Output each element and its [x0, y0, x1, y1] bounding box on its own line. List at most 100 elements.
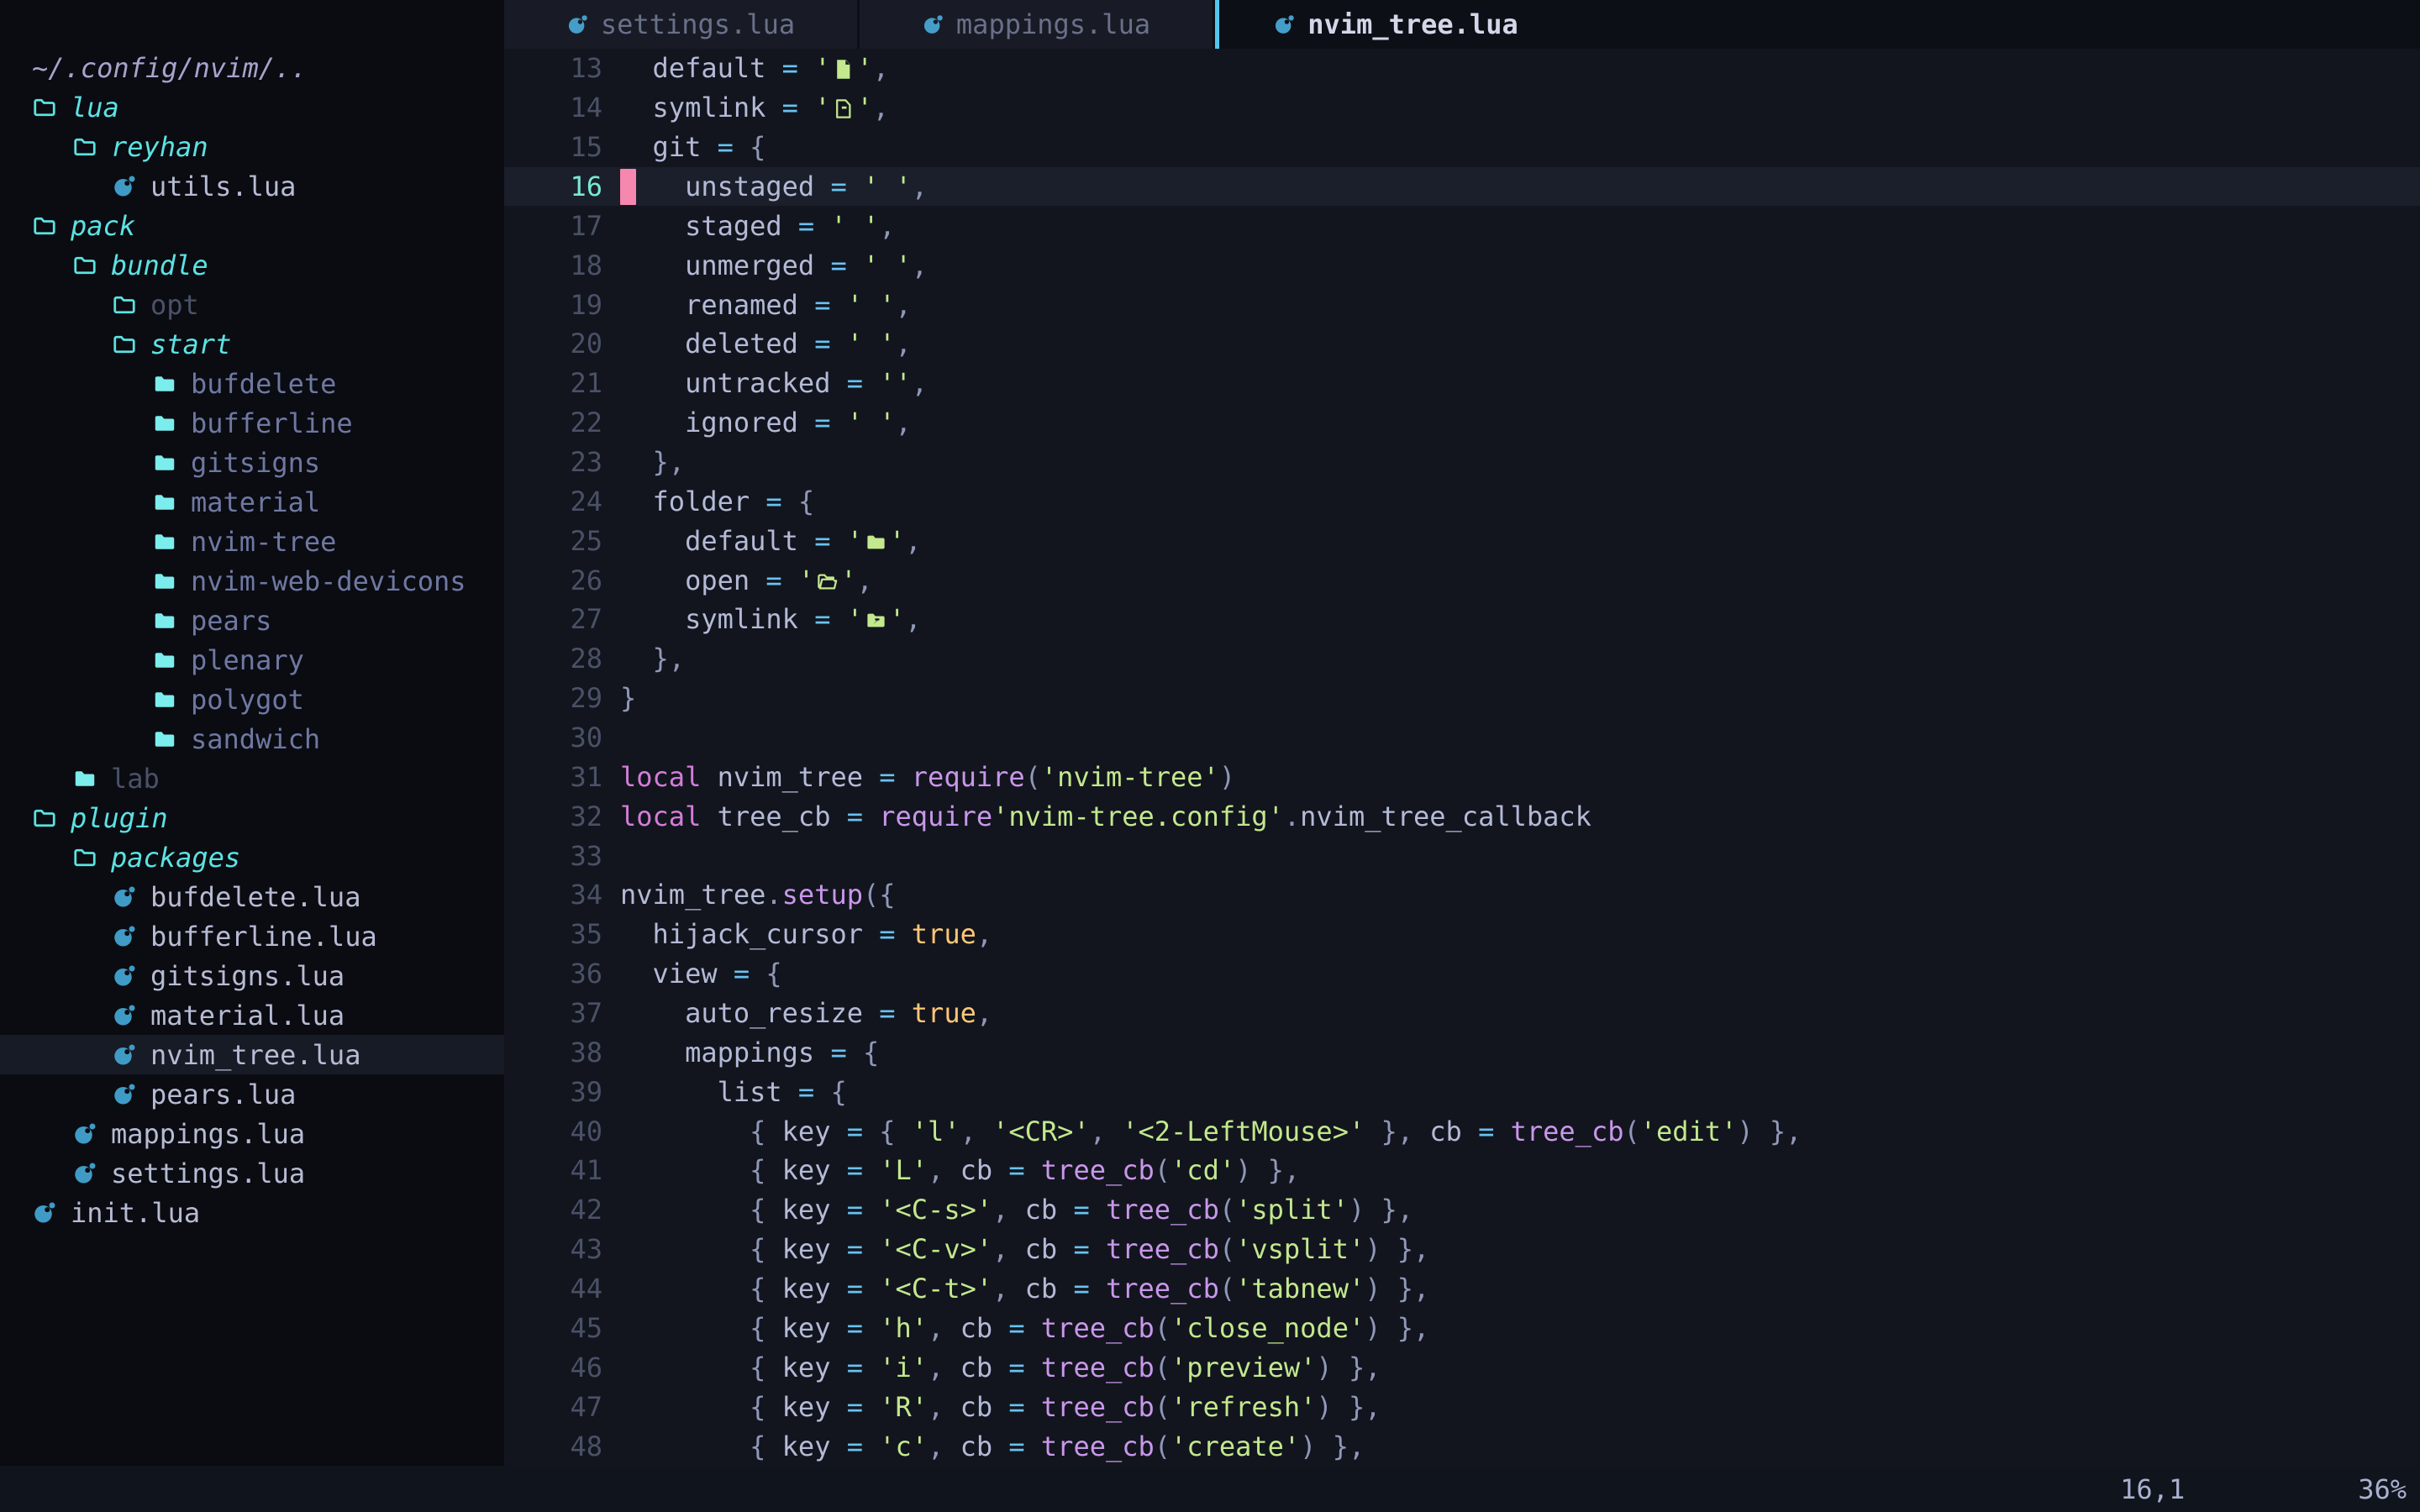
code-line-26[interactable]: 26 open = '',	[504, 560, 2420, 600]
line-number: 35	[504, 918, 602, 950]
tree-item-material[interactable]: material	[0, 482, 504, 522]
tree-item-opt[interactable]: opt	[0, 285, 504, 324]
tree-item-label: init.lua	[71, 1197, 200, 1229]
tree-item-label: nvim-tree	[191, 526, 336, 558]
tree-item-lua[interactable]: lua	[0, 87, 504, 127]
code-line-27[interactable]: 27 symlink = '',	[504, 600, 2420, 639]
tree-item-nvim-web-devicons[interactable]: nvim-web-devicons	[0, 561, 504, 601]
line-text: { key = '<C-t>', cb = tree_cb('tabnew') …	[602, 1273, 1429, 1305]
line-number: 45	[504, 1312, 602, 1344]
tree-item-label: reyhan	[111, 131, 208, 163]
tree-item-bundle[interactable]: bundle	[0, 245, 504, 285]
code-line-17[interactable]: 17 staged = ' ',	[504, 206, 2420, 245]
tree-item-plugin[interactable]: plugin	[0, 798, 504, 837]
code-line-39[interactable]: 39 list = {	[504, 1072, 2420, 1111]
tree-item-pears[interactable]: pears	[0, 601, 504, 640]
tree-item-init-lua[interactable]: init.lua	[0, 1193, 504, 1232]
tree-item-mappings-lua[interactable]: mappings.lua	[0, 1114, 504, 1153]
code-editor[interactable]: 13 default = '',14 symlink = '',15 git =…	[504, 49, 2420, 1466]
code-line-25[interactable]: 25 default = '',	[504, 521, 2420, 560]
line-text: untracked = '',	[602, 367, 928, 399]
tree-item-sandwich[interactable]: sandwich	[0, 719, 504, 759]
tree-item-utils-lua[interactable]: utils.lua	[0, 166, 504, 206]
line-text: { key = 'L', cb = tree_cb('cd') },	[602, 1154, 1300, 1186]
code-line-48[interactable]: 48 { key = 'c', cb = tree_cb('create') }…	[504, 1426, 2420, 1466]
code-line-45[interactable]: 45 { key = 'h', cb = tree_cb('close_node…	[504, 1309, 2420, 1348]
code-line-28[interactable]: 28 },	[504, 639, 2420, 679]
line-number: 30	[504, 722, 602, 753]
code-line-13[interactable]: 13 default = '',	[504, 49, 2420, 88]
code-line-31[interactable]: 31local nvim_tree = require('nvim-tree')	[504, 757, 2420, 796]
line-number: 44	[504, 1273, 602, 1305]
code-line-30[interactable]: 30	[504, 718, 2420, 758]
code-line-18[interactable]: 18 unmerged = ' ',	[504, 245, 2420, 285]
code-line-15[interactable]: 15 git = {	[504, 128, 2420, 167]
line-text: ignored = ' ',	[602, 407, 912, 438]
line-number: 43	[504, 1233, 602, 1265]
tree-item-bufferline[interactable]: bufferline	[0, 403, 504, 443]
tree-item-nvim-tree[interactable]: nvim-tree	[0, 522, 504, 561]
tab-nvim-tree-lua[interactable]: nvim_tree.lua	[1219, 0, 1572, 49]
code-line-37[interactable]: 37 auto_resize = true,	[504, 994, 2420, 1033]
code-line-20[interactable]: 20 deleted = ' ',	[504, 324, 2420, 364]
code-line-16[interactable]: 16 unstaged = ' ',	[504, 167, 2420, 207]
tree-item-nvim-tree-lua[interactable]: nvim_tree.lua	[0, 1035, 504, 1074]
line-text: { key = 'i', cb = tree_cb('preview') },	[602, 1352, 1381, 1383]
tree-item-settings-lua[interactable]: settings.lua	[0, 1153, 504, 1193]
line-number: 31	[504, 761, 602, 793]
tab-mappings-lua[interactable]: mappings.lua	[860, 0, 1213, 49]
code-line-36[interactable]: 36 view = {	[504, 954, 2420, 994]
tree-item-gitsigns-lua[interactable]: gitsigns.lua	[0, 956, 504, 995]
tree-item-label: start	[150, 328, 231, 360]
line-number: 15	[504, 131, 602, 163]
tree-item-pack[interactable]: pack	[0, 206, 504, 245]
line-number: 16	[504, 171, 602, 202]
tree-item-plenary[interactable]: plenary	[0, 640, 504, 680]
code-line-44[interactable]: 44 { key = '<C-t>', cb = tree_cb('tabnew…	[504, 1269, 2420, 1309]
line-text: symlink = '',	[602, 92, 889, 123]
code-line-47[interactable]: 47 { key = 'R', cb = tree_cb('refresh') …	[504, 1387, 2420, 1426]
tree-item-reyhan[interactable]: reyhan	[0, 127, 504, 166]
tree-item-label: pack	[71, 210, 135, 242]
code-line-34[interactable]: 34nvim_tree.setup({	[504, 875, 2420, 915]
code-line-43[interactable]: 43 { key = '<C-v>', cb = tree_cb('vsplit…	[504, 1230, 2420, 1269]
line-number: 32	[504, 801, 602, 832]
code-line-42[interactable]: 42 { key = '<C-s>', cb = tree_cb('split'…	[504, 1190, 2420, 1230]
line-text: renamed = ' ',	[602, 289, 912, 321]
text-cursor	[620, 169, 636, 205]
tree-item-bufdelete[interactable]: bufdelete	[0, 364, 504, 403]
tree-item-polygot[interactable]: polygot	[0, 680, 504, 719]
code-line-23[interactable]: 23 },	[504, 443, 2420, 482]
code-line-19[interactable]: 19 renamed = ' ',	[504, 285, 2420, 324]
code-line-33[interactable]: 33	[504, 836, 2420, 875]
line-text: auto_resize = true,	[602, 997, 992, 1029]
line-number: 29	[504, 682, 602, 714]
tree-item-bufferline-lua[interactable]: bufferline.lua	[0, 916, 504, 956]
tree-item-start[interactable]: start	[0, 324, 504, 364]
code-line-40[interactable]: 40 { key = { 'l', '<CR>', '<2-LeftMouse>…	[504, 1111, 2420, 1151]
tree-item-lab[interactable]: lab	[0, 759, 504, 798]
code-line-14[interactable]: 14 symlink = '',	[504, 88, 2420, 128]
status-bar: 16,1 36%	[0, 1466, 2420, 1512]
line-number: 37	[504, 997, 602, 1029]
code-line-29[interactable]: 29}	[504, 679, 2420, 718]
tab-settings-lua[interactable]: settings.lua	[504, 0, 857, 49]
tree-root-path[interactable]: ~/.config/nvim/..	[0, 48, 504, 87]
code-line-35[interactable]: 35 hijack_cursor = true,	[504, 915, 2420, 954]
tree-item-gitsigns[interactable]: gitsigns	[0, 443, 504, 482]
code-line-32[interactable]: 32local tree_cb = require'nvim-tree.conf…	[504, 796, 2420, 836]
code-line-21[interactable]: 21 untracked = '',	[504, 364, 2420, 403]
tree-item-label: gitsigns.lua	[150, 960, 345, 992]
code-line-24[interactable]: 24 folder = {	[504, 481, 2420, 521]
tree-item-bufdelete-lua[interactable]: bufdelete.lua	[0, 877, 504, 916]
line-number: 46	[504, 1352, 602, 1383]
code-line-22[interactable]: 22 ignored = ' ',	[504, 403, 2420, 443]
tree-item-packages[interactable]: packages	[0, 837, 504, 877]
lua-file-icon	[112, 922, 140, 951]
tree-item-label: opt	[150, 289, 199, 321]
code-line-38[interactable]: 38 mappings = {	[504, 1032, 2420, 1072]
code-line-46[interactable]: 46 { key = 'i', cb = tree_cb('preview') …	[504, 1347, 2420, 1387]
code-line-41[interactable]: 41 { key = 'L', cb = tree_cb('cd') },	[504, 1151, 2420, 1190]
tree-item-material-lua[interactable]: material.lua	[0, 995, 504, 1035]
tree-item-pears-lua[interactable]: pears.lua	[0, 1074, 504, 1114]
